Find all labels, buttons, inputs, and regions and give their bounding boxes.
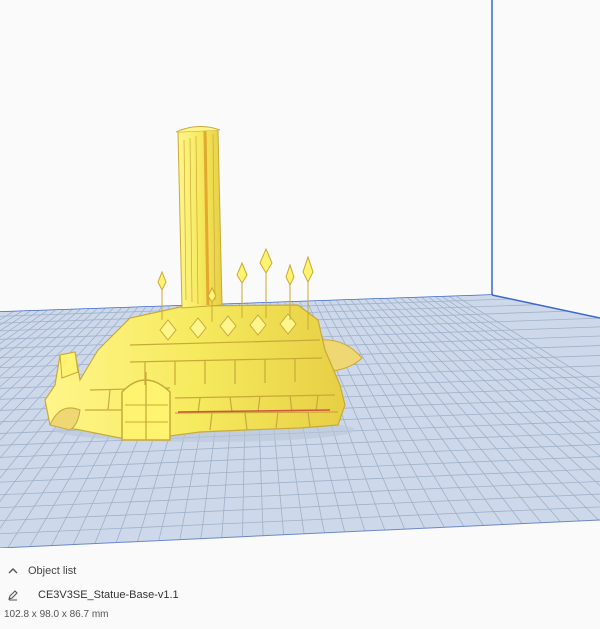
chevron-up-icon xyxy=(4,562,22,580)
slicer-window: Object list CE3V3SE_Statue-Base-v1.1 102… xyxy=(0,0,600,629)
object-list-panel: Object list CE3V3SE_Statue-Base-v1.1 102… xyxy=(0,556,600,629)
model-statue-base[interactable] xyxy=(44,126,363,442)
object-list-item[interactable]: CE3V3SE_Statue-Base-v1.1 xyxy=(4,586,179,604)
pencil-icon[interactable] xyxy=(4,586,22,604)
object-list-label: Object list xyxy=(28,565,77,577)
object-dimensions: 102.8 x 98.0 x 86.7 mm xyxy=(4,609,109,620)
3d-viewport[interactable] xyxy=(0,0,600,548)
object-list-toggle[interactable]: Object list xyxy=(4,562,76,580)
build-plate-scene[interactable] xyxy=(0,0,600,548)
object-name: CE3V3SE_Statue-Base-v1.1 xyxy=(38,589,179,601)
